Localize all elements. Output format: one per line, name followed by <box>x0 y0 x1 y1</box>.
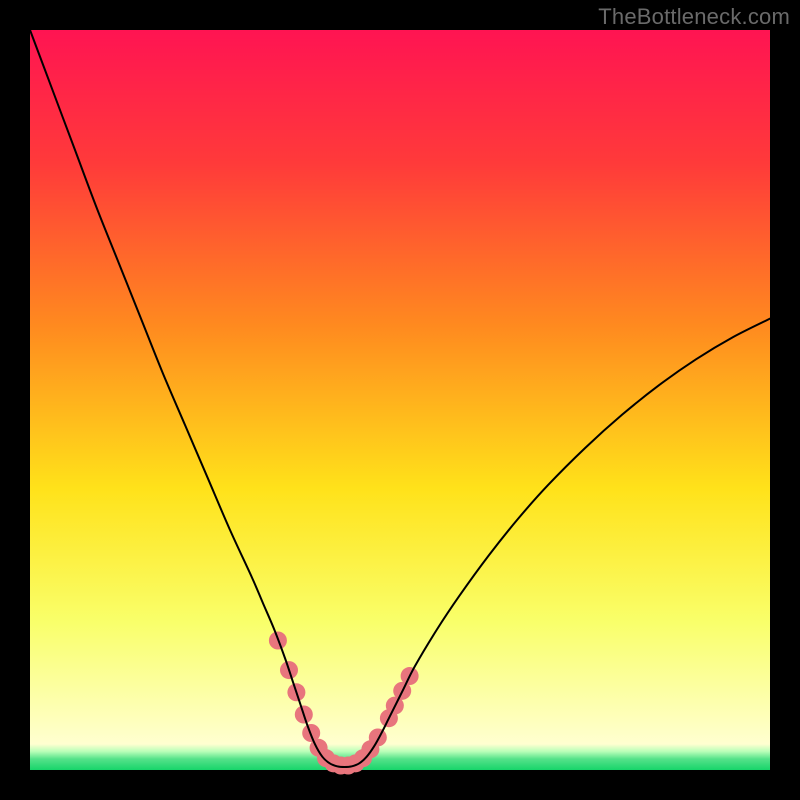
marker-dot <box>369 728 387 746</box>
chart-stage: TheBottleneck.com <box>0 0 800 800</box>
watermark-text: TheBottleneck.com <box>598 4 790 30</box>
plot-background <box>30 30 770 770</box>
bottleneck-chart <box>0 0 800 800</box>
